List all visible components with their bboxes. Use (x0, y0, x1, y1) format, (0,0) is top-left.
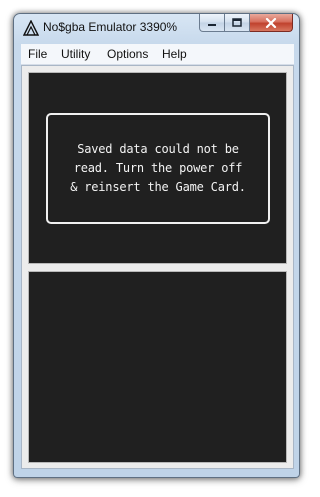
menu-utility[interactable]: Utility (61, 47, 90, 61)
emulator-display: Saved data could not be read. Turn the p… (21, 65, 294, 469)
top-screen[interactable]: Saved data could not be read. Turn the p… (28, 72, 287, 264)
maximize-icon (232, 18, 242, 27)
close-icon (265, 17, 277, 28)
bottom-touch-screen[interactable] (28, 271, 287, 463)
minimize-button[interactable] (199, 14, 225, 32)
menu-options[interactable]: Options (107, 47, 148, 61)
menu-help[interactable]: Help (162, 47, 187, 61)
title-bar[interactable]: No$gba Emulator 3390% (14, 14, 299, 41)
window-title: No$gba Emulator 3390% (43, 20, 178, 34)
error-message: Saved data could not be read. Turn the p… (70, 142, 246, 194)
menu-file[interactable]: File (28, 47, 47, 61)
caption-buttons (199, 14, 293, 32)
emulator-window: No$gba Emulator 3390% File Utility Optio… (13, 13, 300, 478)
minimize-icon (208, 23, 216, 26)
maximize-button[interactable] (225, 14, 250, 32)
menu-bar: File Utility Options Help (21, 44, 294, 65)
error-dialog: Saved data could not be read. Turn the p… (46, 113, 270, 224)
no-gba-a-logo-icon[interactable] (23, 20, 39, 36)
close-button[interactable] (250, 14, 293, 32)
